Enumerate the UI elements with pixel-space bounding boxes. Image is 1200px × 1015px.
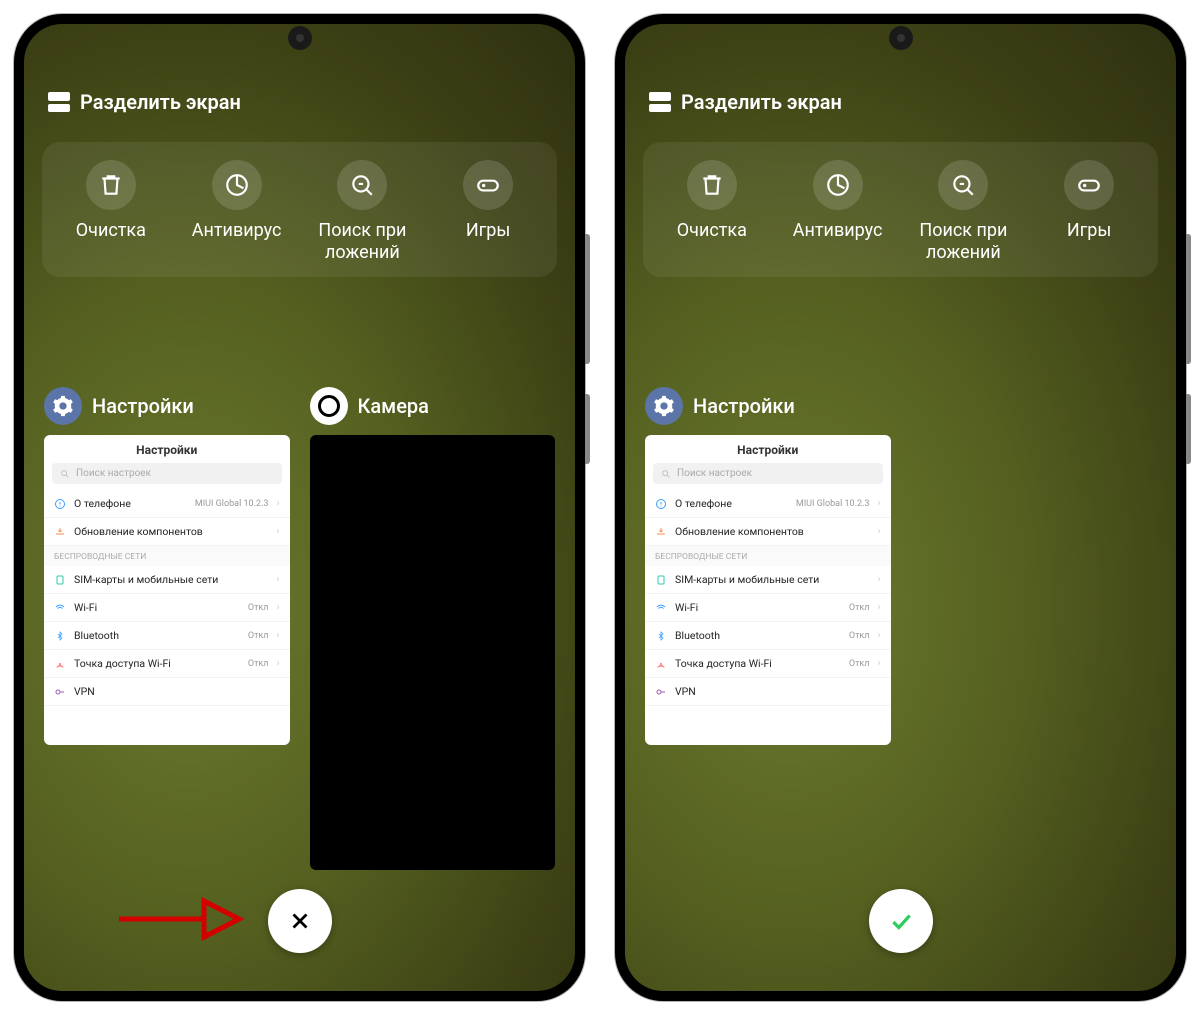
confirm-button[interactable] [869, 889, 933, 953]
search-placeholder: Поиск настроек [677, 468, 752, 479]
card-title: Настройки [645, 435, 891, 463]
recent-app-camera[interactable]: Камера [310, 387, 556, 870]
tool-antivirus[interactable]: Антивирус [775, 160, 901, 263]
tool-cleanup[interactable]: Очистка [649, 160, 775, 263]
tool-label: Антивирус [192, 220, 282, 242]
check-icon [888, 908, 914, 934]
card-title: Настройки [44, 435, 290, 463]
recent-header: Камера [310, 387, 556, 425]
annotation-arrow [114, 889, 244, 949]
row-vpn: VPN [645, 678, 891, 706]
tool-label: Антивирус [793, 220, 883, 242]
camera-app-icon [310, 387, 348, 425]
phone-frame-left: Разделить экран Очистка Антивирус Поиск … [14, 14, 585, 1001]
settings-search: Поиск настроек [52, 463, 282, 484]
trash-icon [687, 160, 737, 210]
front-camera-notch [889, 26, 913, 50]
settings-search: Поиск настроек [653, 463, 883, 484]
split-screen-label: Разделить экран [80, 90, 241, 114]
tool-antivirus[interactable]: Антивирус [174, 160, 300, 263]
phone-frame-right: Разделить экран Очистка Антивирус Поиск … [615, 14, 1186, 1001]
settings-app-icon [645, 387, 683, 425]
recent-header: Настройки [44, 387, 290, 425]
recent-apps: Настройки Настройки Поиск настроек О тел… [24, 387, 575, 870]
camera-preview-card[interactable] [310, 435, 556, 870]
trash-icon [86, 160, 136, 210]
volume-button[interactable] [585, 234, 590, 364]
row-sim: SIM-карты и мобильные сети › [645, 566, 891, 594]
volume-button[interactable] [1186, 234, 1191, 364]
recent-app-name: Камера [358, 394, 429, 418]
recent-apps: Настройки Настройки Поиск настроек О тел… [625, 387, 1176, 745]
split-screen-label: Разделить экран [681, 90, 842, 114]
row-wifi: Wi-Fi Откл › [645, 594, 891, 622]
row-wifi: Wi-Fi Откл › [44, 594, 290, 622]
recent-app-settings[interactable]: Настройки Настройки Поиск настроек О тел… [645, 387, 891, 745]
split-screen-icon [48, 92, 70, 112]
tool-app-search[interactable]: Поиск при ложений [300, 160, 426, 263]
settings-preview-card[interactable]: Настройки Поиск настроек О телефоне MIUI… [645, 435, 891, 745]
tool-cleanup[interactable]: Очистка [48, 160, 174, 263]
recent-app-settings[interactable]: Настройки Настройки Поиск настроек О тел… [44, 387, 290, 870]
tool-label: Очистка [677, 220, 747, 242]
tool-label: Поиск при ложений [919, 220, 1007, 263]
power-button[interactable] [585, 394, 590, 464]
row-vpn: VPN [44, 678, 290, 706]
row-about-phone: О телефоне MIUI Global 10.2.3 › [645, 490, 891, 518]
tools-panel: Очистка Антивирус Поиск при ложений Игры [643, 142, 1158, 277]
recent-header: Настройки [645, 387, 891, 425]
phone-screen-right: Разделить экран Очистка Антивирус Поиск … [625, 24, 1176, 991]
close-icon [287, 908, 313, 934]
shield-scan-icon [813, 160, 863, 210]
gamepad-icon [463, 160, 513, 210]
row-bluetooth: Bluetooth Откл › [44, 622, 290, 650]
recent-app-name: Настройки [92, 394, 194, 418]
settings-app-icon [44, 387, 82, 425]
tool-games[interactable]: Игры [425, 160, 551, 263]
section-wireless: Беспроводные сети [44, 546, 290, 566]
search-placeholder: Поиск настроек [76, 468, 151, 479]
row-hotspot: Точка доступа Wi-Fi Откл › [44, 650, 290, 678]
tool-label: Поиск при ложений [318, 220, 406, 263]
row-sim: SIM-карты и мобильные сети › [44, 566, 290, 594]
recent-app-name: Настройки [693, 394, 795, 418]
section-wireless: Беспроводные сети [645, 546, 891, 566]
power-button[interactable] [1186, 394, 1191, 464]
gamepad-icon [1064, 160, 1114, 210]
row-update: Обновление компонентов › [645, 518, 891, 546]
tool-label: Очистка [76, 220, 146, 242]
search-app-icon [938, 160, 988, 210]
tool-label: Игры [466, 220, 510, 242]
phone-screen-left: Разделить экран Очистка Антивирус Поиск … [24, 24, 575, 991]
row-hotspot: Точка доступа Wi-Fi Откл › [645, 650, 891, 678]
clear-all-button[interactable] [268, 889, 332, 953]
settings-preview-card[interactable]: Настройки Поиск настроек О телефоне MIUI… [44, 435, 290, 745]
tool-app-search[interactable]: Поиск при ложений [901, 160, 1027, 263]
tool-label: Игры [1067, 220, 1111, 242]
row-update: Обновление компонентов › [44, 518, 290, 546]
front-camera-notch [288, 26, 312, 50]
split-screen-icon [649, 92, 671, 112]
recent-app-empty [911, 387, 1157, 745]
shield-scan-icon [212, 160, 262, 210]
row-bluetooth: Bluetooth Откл › [645, 622, 891, 650]
tool-games[interactable]: Игры [1026, 160, 1152, 263]
tools-panel: Очистка Антивирус Поиск при ложений Игры [42, 142, 557, 277]
row-about-phone: О телефоне MIUI Global 10.2.3 › [44, 490, 290, 518]
search-app-icon [337, 160, 387, 210]
